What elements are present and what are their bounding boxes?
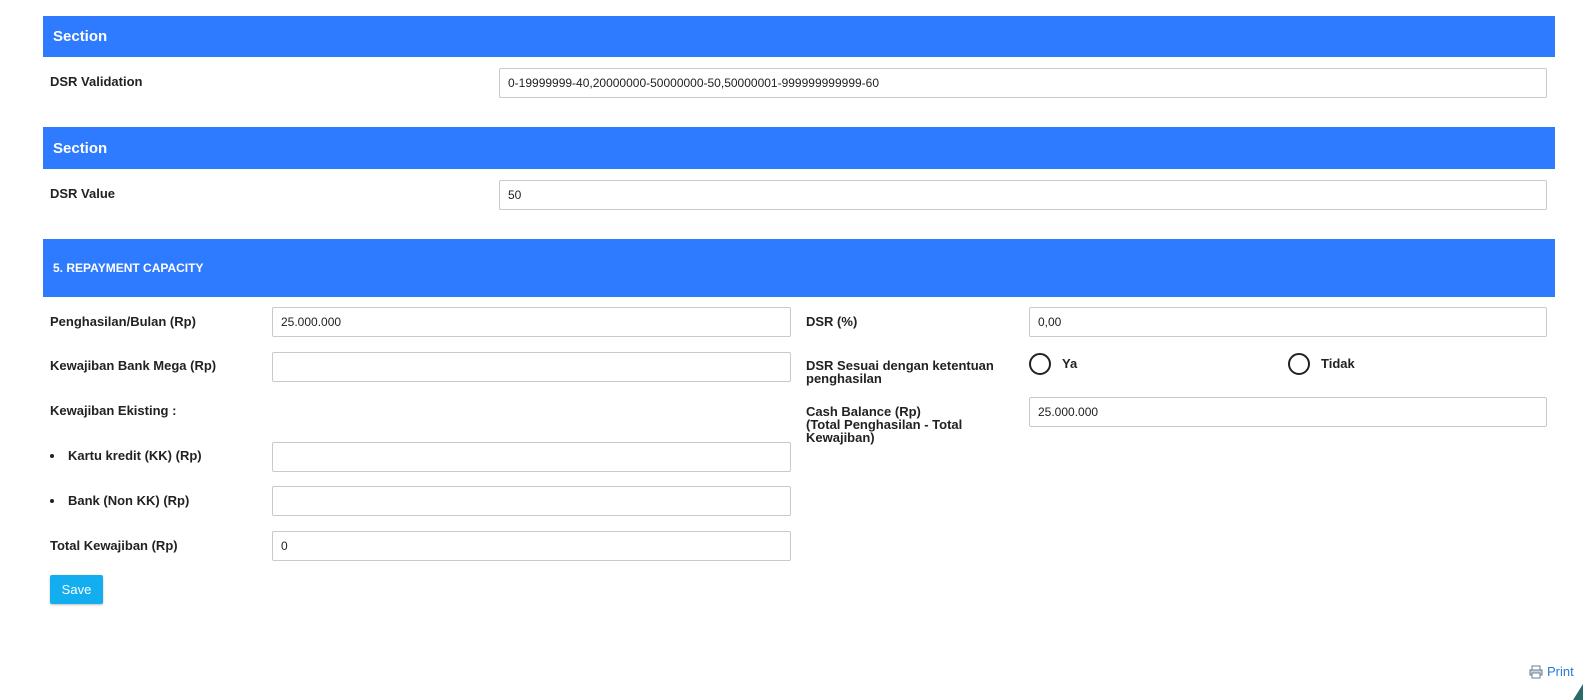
- dsr-value-input[interactable]: [499, 180, 1547, 210]
- bank-non-kk-input[interactable]: [272, 486, 791, 516]
- print-link[interactable]: Print: [1529, 664, 1574, 679]
- dsr-sesuai-label-line2: penghasilan: [806, 371, 882, 386]
- kewajiban-eksisting-label: Kewajiban Ekisting :: [50, 403, 177, 418]
- repayment-capacity-header: 5. REPAYMENT CAPACITY: [43, 239, 1555, 297]
- bank-non-kk-label: Bank (Non KK) (Rp): [68, 493, 190, 508]
- section-header-2: Section: [43, 127, 1555, 169]
- bullet-bank-non-kk: [50, 499, 54, 503]
- cash-balance-label-line3: Kewajiban): [806, 430, 875, 445]
- dsr-percent-label: DSR (%): [806, 314, 858, 329]
- radio-ya[interactable]: [1029, 353, 1051, 375]
- dsr-percent-input[interactable]: [1029, 307, 1547, 337]
- dsr-validation-input[interactable]: [499, 68, 1547, 98]
- dsr-validation-label: DSR Validation: [50, 74, 143, 89]
- dsr-value-label: DSR Value: [50, 186, 116, 201]
- section-header-1: Section: [43, 16, 1555, 57]
- radio-tidak[interactable]: [1288, 353, 1310, 375]
- save-button[interactable]: Save: [50, 575, 103, 604]
- kartu-kredit-input[interactable]: [272, 442, 791, 472]
- kewajiban-mega-label: Kewajiban Bank Mega (Rp): [50, 358, 217, 373]
- penghasilan-label: Penghasilan/Bulan (Rp): [50, 314, 196, 329]
- printer-icon: [1529, 665, 1543, 679]
- penghasilan-input[interactable]: [272, 307, 791, 337]
- scroll-corner: [1573, 684, 1583, 700]
- cash-balance-input[interactable]: [1029, 397, 1547, 427]
- kewajiban-mega-input[interactable]: [272, 352, 791, 382]
- radio-tidak-label: Tidak: [1321, 356, 1355, 371]
- total-kewajiban-label: Total Kewajiban (Rp): [50, 538, 178, 553]
- total-kewajiban-input[interactable]: [272, 531, 791, 561]
- radio-ya-label: Ya: [1062, 356, 1078, 371]
- print-label[interactable]: Print: [1547, 664, 1574, 679]
- kartu-kredit-label: Kartu kredit (KK) (Rp): [68, 448, 202, 463]
- bullet-kartu-kredit: [50, 454, 54, 458]
